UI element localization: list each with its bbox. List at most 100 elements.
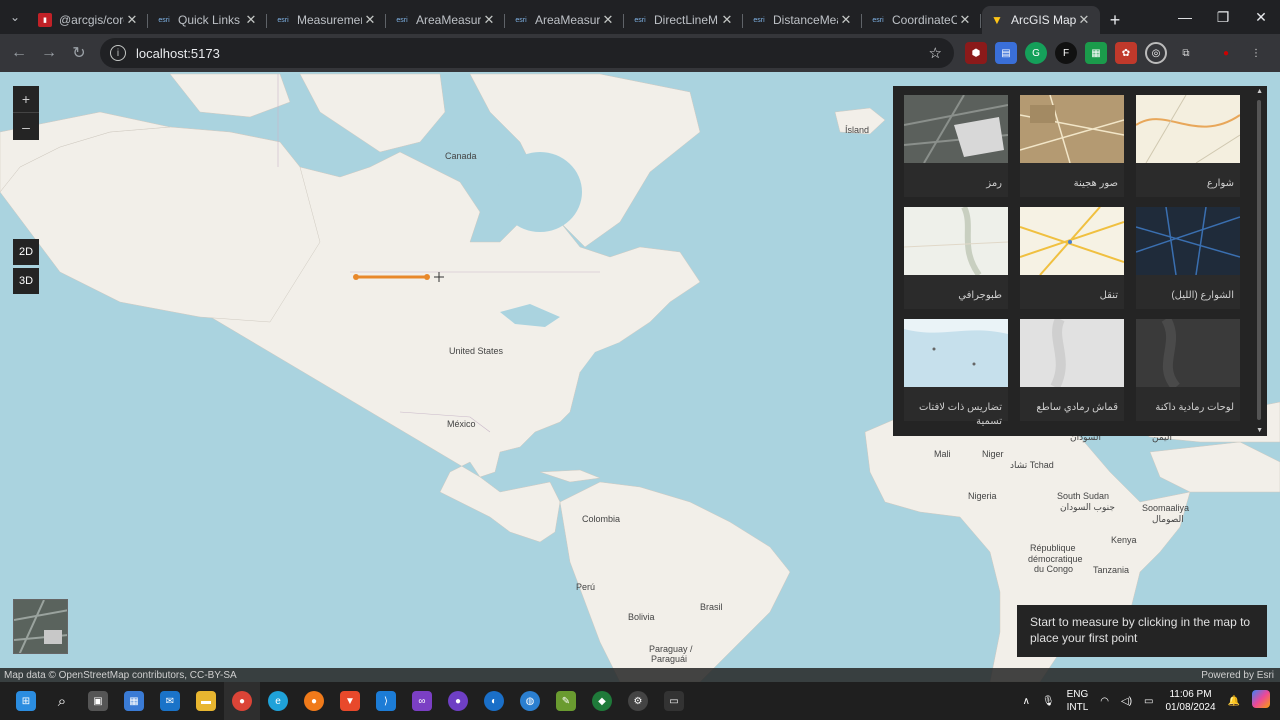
volume-icon[interactable]: ◁): [1121, 695, 1132, 708]
close-tab-icon[interactable]: ✕: [1076, 12, 1092, 28]
close-tab-icon[interactable]: ✕: [838, 12, 854, 28]
tab-title: CoordinateC: [892, 13, 957, 27]
map-label-drc-3: du Congo: [1034, 564, 1074, 574]
mongodb-icon[interactable]: ◆: [584, 682, 620, 720]
basemap-item[interactable]: صور هجينة: [1019, 94, 1125, 197]
vite-icon: ▼: [991, 13, 1003, 27]
gallery-scrollbar[interactable]: ▲ ▼: [1253, 86, 1265, 436]
browser-tab[interactable]: ▮ @arcgis/core ✕: [30, 6, 148, 34]
chrome-menu-icon[interactable]: ⋮: [1245, 42, 1267, 64]
microphone-icon[interactable]: 🎙: [1042, 695, 1055, 708]
basemap-item[interactable]: تنقل: [1019, 206, 1125, 309]
task-view-icon[interactable]: ▣: [80, 682, 116, 720]
powered-by-esri[interactable]: Powered by Esri: [1201, 670, 1274, 681]
back-icon[interactable]: ←: [4, 38, 34, 68]
notification-bell-icon[interactable]: 🔔: [1228, 695, 1240, 708]
search-icon[interactable]: ⌕: [44, 682, 80, 720]
basemap-toggle-thumbnail[interactable]: [13, 599, 68, 654]
docs-icon[interactable]: ▤: [995, 42, 1017, 64]
site-info-icon[interactable]: i: [110, 45, 126, 61]
app-blue-circle-icon[interactable]: ◐: [476, 682, 512, 720]
bookmark-star-icon[interactable]: ☆: [929, 44, 942, 62]
minimize-icon[interactable]: —: [1166, 0, 1204, 34]
browser-tab[interactable]: esri DistanceMea ✕: [744, 6, 862, 34]
vscode-icon[interactable]: ⟩: [368, 682, 404, 720]
close-tab-icon[interactable]: ✕: [600, 12, 616, 28]
github-desktop-icon[interactable]: ●: [440, 682, 476, 720]
browser-tab[interactable]: esri Quick Links | ✕: [149, 6, 267, 34]
browser-tab[interactable]: esri AreaMeasure ✕: [387, 6, 505, 34]
basemap-label: تنقل: [1099, 290, 1118, 301]
close-tab-icon[interactable]: ✕: [957, 12, 973, 28]
reload-icon[interactable]: ↻: [64, 38, 94, 68]
file-explorer-icon[interactable]: ▬: [188, 682, 224, 720]
scroll-up-icon[interactable]: ▲: [1256, 88, 1263, 95]
basemap-item[interactable]: طبوجرافي: [903, 205, 1009, 309]
view-3d-button[interactable]: 3D: [13, 268, 39, 294]
close-tab-icon[interactable]: ✕: [719, 12, 735, 28]
sheets-extension-icon[interactable]: ▦: [1085, 42, 1107, 64]
browser-tab[interactable]: ▼ ArcGIS Maps ✕: [982, 6, 1100, 34]
basemap-gallery: رمز صور هجينة شوارع طبوجرافي تنقل الشوارع (ال…: [893, 86, 1267, 436]
app-red-badge-icon[interactable]: ⚙: [620, 682, 656, 720]
terrain-icon: [904, 319, 1008, 387]
close-window-icon[interactable]: ✕: [1242, 0, 1280, 34]
tray-chevron-icon[interactable]: ∧: [1023, 695, 1030, 708]
browser-tab[interactable]: esri AreaMeasure ✕: [506, 6, 624, 34]
wifi-icon[interactable]: ◠: [1100, 695, 1109, 708]
close-tab-icon[interactable]: ✕: [481, 12, 497, 28]
forward-icon[interactable]: →: [34, 38, 64, 68]
basemap-item[interactable]: تضاريس ذات لافتات تسمية: [904, 319, 1008, 427]
battery-icon[interactable]: ▭: [1144, 695, 1153, 708]
terminal-icon[interactable]: ▭: [656, 682, 692, 720]
copilot-icon[interactable]: [1252, 690, 1270, 712]
topographic-icon: [903, 205, 1009, 277]
zoom-out-button[interactable]: –: [13, 113, 39, 140]
basemap-item[interactable]: الشوارع (الليل): [1135, 206, 1241, 309]
globe-search-icon[interactable]: ◍: [512, 682, 548, 720]
map-label-paraguay-alt: Paraguái: [651, 654, 688, 664]
store-icon[interactable]: ▦: [116, 682, 152, 720]
esri-icon: esri: [396, 16, 408, 24]
target-extension-icon[interactable]: ◎: [1145, 42, 1167, 64]
extensions-bar: ⬢ ▤ G F ▦ ✿ ◎ ⧉ ● ⋮: [965, 42, 1275, 64]
browser-tab[interactable]: esri DirectLineM ✕: [625, 6, 743, 34]
tab-separator: [385, 14, 386, 28]
basemap-item[interactable]: لوحات رمادية داكنة: [1136, 316, 1240, 421]
profile-icon[interactable]: ●: [1215, 42, 1237, 64]
windows-taskbar: ⊞ ⌕ ▣ ▦ ✉ ▬ ● e ● ▼ ⟩ ∞ ● ◐ ◍ ✎ ◆ ⚙ ▭ ∧ …: [0, 682, 1280, 720]
maximize-icon[interactable]: ❐: [1204, 0, 1242, 34]
tab-title: AreaMeasure: [535, 13, 600, 27]
chrome-taskbar-icon[interactable]: ●: [224, 682, 260, 720]
ublock-icon[interactable]: ⬢: [965, 42, 987, 64]
sticky-tool-icon[interactable]: ✎: [548, 682, 584, 720]
language-indicator[interactable]: ENG INTL: [1067, 688, 1089, 714]
zoom-in-button[interactable]: +: [13, 86, 39, 113]
grammarly-icon[interactable]: G: [1025, 42, 1047, 64]
tab-search-icon[interactable]: ⌄: [0, 0, 30, 34]
red-extension-icon[interactable]: ✿: [1115, 42, 1137, 64]
mail-icon[interactable]: ✉: [152, 682, 188, 720]
visual-studio-icon[interactable]: ∞: [404, 682, 440, 720]
map-view[interactable]: Ísland Canada United States México Colom…: [0, 72, 1280, 682]
close-tab-icon[interactable]: ✕: [124, 12, 140, 28]
firefox-icon[interactable]: ●: [296, 682, 332, 720]
f-extension-icon[interactable]: F: [1055, 42, 1077, 64]
close-tab-icon[interactable]: ✕: [362, 12, 378, 28]
clock[interactable]: 11:06 PM 01/08/2024: [1165, 688, 1215, 714]
close-tab-icon[interactable]: ✕: [243, 12, 259, 28]
windows-start-icon[interactable]: ⊞: [8, 682, 44, 720]
extensions-puzzle-icon[interactable]: ⧉: [1175, 42, 1197, 64]
browser-tab[interactable]: esri CoordinateC ✕: [863, 6, 981, 34]
brave-icon[interactable]: ▼: [332, 682, 368, 720]
basemap-item[interactable]: شوارع: [1135, 94, 1241, 197]
view-2d-button[interactable]: 2D: [13, 239, 39, 265]
tab-separator: [980, 14, 981, 28]
basemap-item[interactable]: قماش رمادي ساطع: [1020, 316, 1124, 421]
address-bar[interactable]: i localhost:5173 ☆: [100, 38, 954, 68]
scroll-down-icon[interactable]: ▼: [1256, 427, 1263, 434]
new-tab-button[interactable]: +: [1101, 6, 1129, 34]
edge-icon[interactable]: e: [260, 682, 296, 720]
basemap-item[interactable]: رمز: [903, 94, 1009, 197]
browser-tab[interactable]: esri Measuremen ✕: [268, 6, 386, 34]
